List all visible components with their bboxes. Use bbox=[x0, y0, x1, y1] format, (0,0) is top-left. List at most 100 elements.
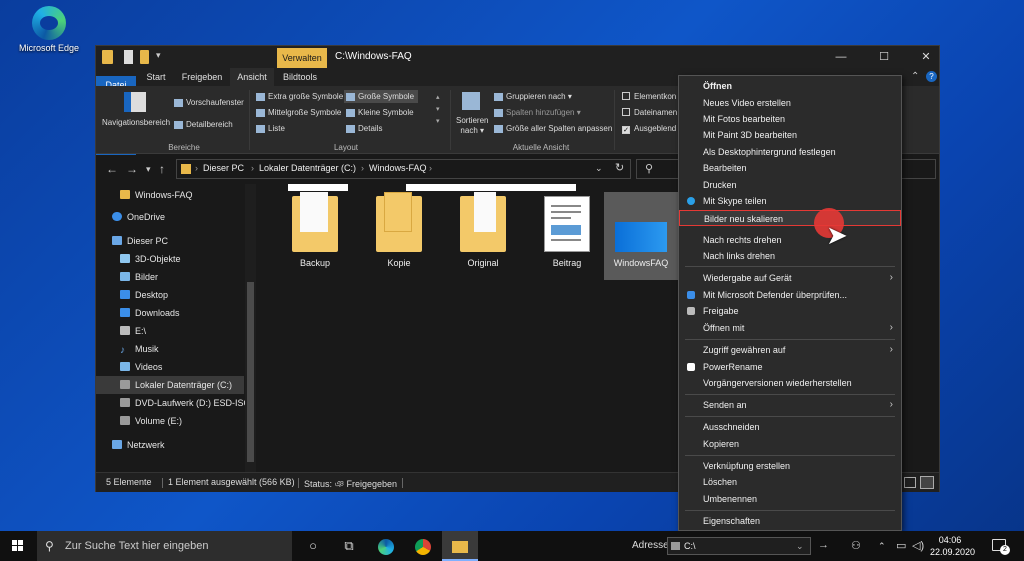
nav-item-dvd-drive[interactable]: DVD-Laufwerk (D:) ESD-ISO bbox=[96, 394, 251, 412]
menu-item-skype-share[interactable]: Mit Skype teilen bbox=[679, 193, 901, 209]
taskbar-search-box[interactable]: ⚲ Zur Suche Text hier eingeben bbox=[37, 531, 292, 561]
taskbar-chrome-icon[interactable] bbox=[405, 531, 441, 561]
people-icon[interactable]: ⚇ bbox=[851, 539, 861, 552]
nav-item-e-drive-folder[interactable]: E:\ bbox=[96, 322, 244, 340]
item-checkboxes-toggle[interactable]: Elementkon bbox=[622, 92, 676, 101]
menu-item-send-to[interactable]: Senden an › bbox=[679, 397, 901, 413]
menu-item-copy[interactable]: Kopieren bbox=[679, 436, 901, 452]
nav-item-volume-e[interactable]: Volume (E:) bbox=[96, 412, 244, 430]
menu-item-share[interactable]: Freigabe bbox=[679, 303, 901, 319]
group-by-button[interactable]: Gruppieren nach ▾ bbox=[494, 92, 572, 101]
breadcrumb-this-pc[interactable]: Dieser PC bbox=[203, 163, 244, 173]
address-bar[interactable]: › Dieser PC › Lokaler Datenträger (C:) ›… bbox=[176, 159, 631, 179]
taskbar-edge-icon[interactable] bbox=[368, 531, 404, 561]
nav-item-pictures[interactable]: Bilder bbox=[96, 268, 244, 286]
task-view-icon[interactable]: ⧉ bbox=[331, 531, 367, 561]
forward-icon[interactable]: → bbox=[126, 162, 138, 176]
nav-item-3d-objects[interactable]: 3D-Objekte bbox=[96, 250, 244, 268]
size-all-columns-button[interactable]: Größe aller Spalten anpassen bbox=[494, 124, 612, 133]
menu-item-oeffnen[interactable]: Öffnen bbox=[679, 78, 901, 94]
tab-ansicht[interactable]: Ansicht bbox=[230, 68, 274, 86]
menu-item-delete[interactable]: Löschen bbox=[679, 474, 901, 490]
nav-item-local-disk-c[interactable]: Lokaler Datenträger (C:) bbox=[96, 376, 244, 394]
layout-details[interactable]: Details bbox=[346, 124, 382, 133]
network-tray-icon[interactable]: ▭ bbox=[896, 539, 906, 552]
menu-item-print[interactable]: Drucken bbox=[679, 177, 901, 193]
minimize-button[interactable]: — bbox=[826, 46, 856, 68]
nav-item-desktop[interactable]: Desktop bbox=[96, 286, 244, 304]
nav-item-this-pc[interactable]: Dieser PC bbox=[96, 232, 244, 250]
nav-item-onedrive[interactable]: OneDrive bbox=[96, 208, 244, 226]
collapse-ribbon-icon[interactable]: ⌃ bbox=[911, 71, 919, 82]
sort-by-button[interactable]: Sortieren nach ▾ bbox=[456, 116, 488, 136]
menu-item-give-access[interactable]: Zugriff gewähren auf › bbox=[679, 342, 901, 358]
preview-pane-button[interactable]: Vorschaufenster bbox=[174, 98, 244, 107]
tab-start[interactable]: Start bbox=[138, 68, 174, 86]
hidden-items-toggle[interactable]: ✓ Ausgeblend bbox=[622, 124, 676, 134]
recent-locations-icon[interactable]: ▾ bbox=[146, 164, 151, 175]
nav-item-network[interactable]: Netzwerk bbox=[96, 436, 244, 454]
layout-small-icons[interactable]: Kleine Symbole bbox=[346, 108, 414, 117]
large-icons-view-icon[interactable] bbox=[920, 476, 934, 489]
menu-item-resize-images[interactable]: Bilder neu skalieren bbox=[679, 210, 901, 226]
navigation-pane-button[interactable]: Navigationsbereich bbox=[102, 118, 170, 127]
qat-dropdown-icon[interactable]: ▾ bbox=[156, 50, 161, 61]
file-item-backup[interactable]: Backup bbox=[280, 192, 350, 280]
layout-list[interactable]: Liste bbox=[256, 124, 285, 133]
menu-item-rename[interactable]: Umbenennen bbox=[679, 491, 901, 507]
properties-icon[interactable] bbox=[124, 50, 133, 64]
details-pane-button[interactable]: Detailbereich bbox=[174, 120, 233, 129]
menu-item-defender-scan[interactable]: Mit Microsoft Defender überprüfen... bbox=[679, 287, 901, 303]
notification-center-icon[interactable]: 2 bbox=[992, 539, 1010, 555]
address-dropdown-icon[interactable]: ⌄ bbox=[595, 163, 603, 174]
menu-item-powerrename[interactable]: PowerRename bbox=[679, 359, 901, 375]
menu-item-new-video[interactable]: Neues Video erstellen bbox=[679, 95, 901, 111]
menu-item-rotate-right[interactable]: Nach rechts drehen bbox=[679, 232, 901, 248]
nav-item-music[interactable]: ♪ Musik bbox=[96, 340, 244, 358]
layout-scroll-icon[interactable]: ▴ ▾ ▾ bbox=[436, 92, 440, 128]
volume-icon[interactable]: ◁) bbox=[912, 539, 924, 552]
nav-item-downloads[interactable]: Downloads bbox=[96, 304, 244, 322]
breadcrumb-drive-c[interactable]: Lokaler Datenträger (C:) bbox=[259, 163, 356, 173]
cortana-icon[interactable]: ○ bbox=[295, 531, 331, 561]
file-extensions-toggle[interactable]: Dateinamen bbox=[622, 108, 677, 117]
menu-item-rotate-left[interactable]: Nach links drehen bbox=[679, 248, 901, 264]
layout-large-icons[interactable]: Große Symbole bbox=[344, 90, 419, 103]
refresh-icon[interactable]: ↻ bbox=[615, 161, 624, 174]
file-item-beitrag[interactable]: Beitrag bbox=[532, 192, 602, 280]
nav-scrollbar-thumb[interactable] bbox=[247, 282, 254, 462]
tab-freigeben[interactable]: Freigeben bbox=[178, 68, 226, 86]
manage-context-tab[interactable]: Verwalten bbox=[277, 48, 327, 68]
new-folder-icon[interactable] bbox=[140, 50, 149, 64]
dropdown-icon[interactable]: ⌄ bbox=[796, 538, 804, 554]
start-button[interactable] bbox=[0, 531, 36, 561]
nav-item-videos[interactable]: Videos bbox=[96, 358, 244, 376]
menu-item-cast-to-device[interactable]: Wiedergabe auf Gerät › bbox=[679, 270, 901, 286]
menu-item-create-shortcut[interactable]: Verknüpfung erstellen bbox=[679, 458, 901, 474]
file-item-original[interactable]: Original bbox=[448, 192, 518, 280]
layout-extra-large-icons[interactable]: Extra große Symbole bbox=[256, 92, 343, 101]
menu-item-edit-paint3d[interactable]: Mit Paint 3D bearbeiten bbox=[679, 127, 901, 143]
nav-item-windows-faq[interactable]: Windows-FAQ bbox=[96, 186, 244, 204]
breadcrumb-windows-faq[interactable]: Windows-FAQ bbox=[369, 163, 427, 173]
system-clock[interactable]: 04:06 22.09.2020 bbox=[930, 534, 975, 558]
up-icon[interactable]: ↑ bbox=[159, 162, 165, 176]
taskbar-explorer-icon[interactable] bbox=[442, 531, 478, 561]
menu-item-open-with[interactable]: Öffnen mit › bbox=[679, 320, 901, 336]
tab-bildtools[interactable]: Bildtools bbox=[278, 68, 322, 86]
close-button[interactable]: ✕ bbox=[911, 46, 941, 68]
file-item-kopie[interactable]: Kopie bbox=[364, 192, 434, 280]
menu-item-set-wallpaper[interactable]: Als Desktophintergrund festlegen bbox=[679, 144, 901, 160]
desktop-edge-shortcut[interactable]: Microsoft Edge bbox=[14, 6, 84, 53]
file-item-windowsfaq[interactable]: WindowsFAQ bbox=[604, 192, 678, 280]
help-icon[interactable]: ? bbox=[926, 71, 937, 82]
menu-item-restore-versions[interactable]: Vorgängerversionen wiederherstellen bbox=[679, 375, 901, 391]
go-arrow-icon[interactable]: → bbox=[818, 539, 829, 551]
maximize-button[interactable]: ☐ bbox=[869, 46, 899, 68]
back-icon[interactable]: ← bbox=[106, 162, 118, 176]
menu-item-edit-photos[interactable]: Mit Fotos bearbeiten bbox=[679, 111, 901, 127]
menu-item-edit[interactable]: Bearbeiten bbox=[679, 160, 901, 176]
menu-item-cut[interactable]: Ausschneiden bbox=[679, 419, 901, 435]
address-toolbar-input[interactable]: C:\ ⌄ bbox=[667, 537, 811, 555]
details-view-icon[interactable] bbox=[904, 477, 916, 488]
